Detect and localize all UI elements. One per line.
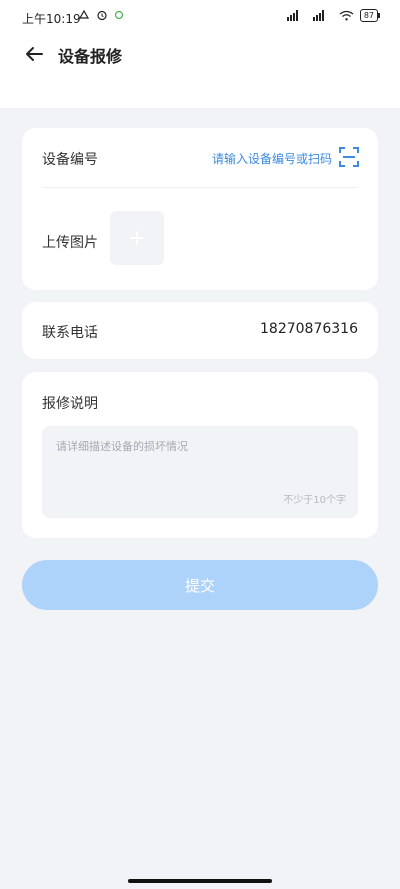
submit-button[interactable]: 提交 — [22, 560, 378, 610]
device-number-input[interactable]: 请输入设备编号或扫码 — [212, 150, 332, 167]
wifi-icon — [339, 10, 354, 21]
status-right-icons: 87 — [286, 9, 381, 22]
description-box: 不少于10个字 — [42, 426, 358, 518]
alarm-icon — [97, 10, 107, 21]
upload-image-label: 上传图片 — [42, 235, 98, 251]
back-arrow-icon[interactable] — [22, 42, 46, 66]
home-indicator[interactable] — [128, 879, 272, 883]
description-hint: 不少于10个字 — [283, 495, 346, 506]
status-left-icons — [78, 9, 124, 21]
status-time: 上午10:19 — [22, 12, 81, 26]
description-label: 报修说明 — [42, 396, 98, 412]
nav-bar: 设备报修 — [0, 34, 400, 74]
description-card: 报修说明 不少于10个字 — [22, 372, 378, 538]
page-title: 设备报修 — [58, 47, 123, 66]
contact-card: 联系电话 18270876316 — [22, 302, 378, 359]
signal-icon-2 — [312, 10, 324, 21]
status-bar: 上午10:19 87 — [0, 0, 400, 34]
device-number-label: 设备编号 — [42, 152, 98, 168]
scan-icon[interactable] — [338, 146, 360, 168]
divider — [42, 187, 358, 188]
battery-icon: 87 — [359, 9, 381, 22]
plus-icon-vertical — [136, 231, 138, 245]
header-area: 上午10:19 87 设备报修 — [0, 0, 400, 108]
contact-phone-value[interactable]: 18270876316 — [260, 321, 358, 337]
contact-phone-label: 联系电话 — [42, 325, 98, 341]
signal-icon — [286, 10, 298, 21]
upload-image-button[interactable] — [110, 211, 164, 265]
sync-icon — [114, 10, 124, 20]
device-card: 设备编号 请输入设备编号或扫码 上传图片 — [22, 128, 378, 290]
notification-icon — [78, 9, 90, 19]
